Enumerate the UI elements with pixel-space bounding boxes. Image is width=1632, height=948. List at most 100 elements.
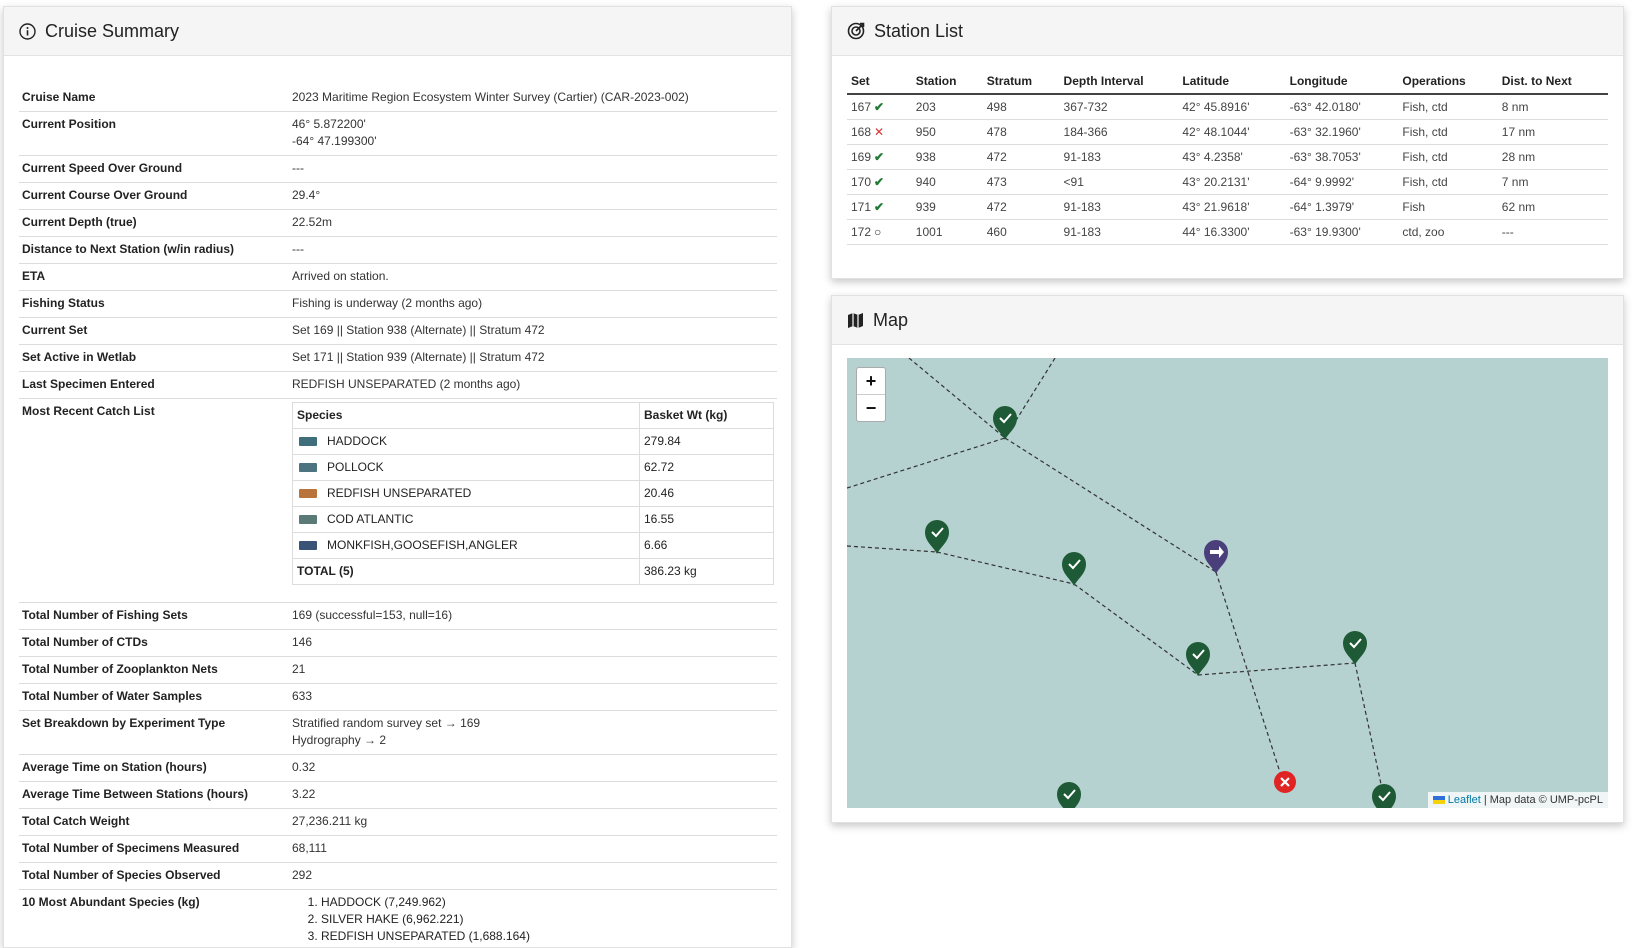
station-header-cell[interactable]: Dist. to Next bbox=[1498, 70, 1608, 94]
target-icon bbox=[847, 22, 865, 40]
set-status-icon: ✔ bbox=[874, 200, 884, 214]
summary-value: 292 bbox=[289, 863, 777, 890]
station-header-cell[interactable]: Set bbox=[847, 70, 912, 94]
station-marker-done[interactable] bbox=[1062, 552, 1086, 586]
catch-species-name: REDFISH UNSEPARATED bbox=[327, 486, 471, 500]
cruise-summary-title: Cruise Summary bbox=[45, 21, 179, 42]
station-header-cell[interactable]: Longitude bbox=[1286, 70, 1399, 94]
summary-value: 27,236.211 kg bbox=[289, 809, 777, 836]
summary-value-line: REDFISH UNSEPARATED (2 months ago) bbox=[292, 376, 774, 393]
station-marker-done[interactable] bbox=[1343, 631, 1367, 665]
station-operations: Fish, ctd bbox=[1398, 145, 1497, 170]
station-depth: 91-183 bbox=[1060, 220, 1179, 245]
station-marker-null[interactable] bbox=[1274, 771, 1296, 793]
station-latitude: 44° 16.3300' bbox=[1178, 220, 1285, 245]
fish-icon bbox=[299, 463, 317, 472]
leaflet-link[interactable]: Leaflet bbox=[1448, 794, 1481, 806]
summary-value-line: Arrived on station. bbox=[292, 268, 774, 285]
station-marker-done[interactable] bbox=[1186, 642, 1210, 676]
station-marker-current[interactable] bbox=[1204, 540, 1228, 574]
station-row[interactable]: 170✔940473<9143° 20.2131'-64° 9.9992'Fis… bbox=[847, 170, 1608, 195]
station-stratum: 472 bbox=[983, 145, 1060, 170]
summary-label: Current Course Over Ground bbox=[19, 183, 289, 210]
station-markers bbox=[847, 358, 1608, 808]
summary-value-line: Hydrography → 2 bbox=[292, 732, 774, 749]
zoom-in-button[interactable]: + bbox=[857, 368, 885, 394]
station-header-cell[interactable]: Station bbox=[912, 70, 983, 94]
station-header-cell[interactable]: Stratum bbox=[983, 70, 1060, 94]
summary-value: 21 bbox=[289, 657, 777, 684]
abundant-species-label: 10 Most Abundant Species (kg) bbox=[19, 890, 289, 948]
summary-row: Set Breakdown by Experiment TypeStratifi… bbox=[19, 711, 777, 755]
catch-row: MONKFISH,GOOSEFISH,ANGLER6.66 bbox=[293, 533, 774, 559]
summary-value-line: Set 169 || Station 938 (Alternate) || St… bbox=[292, 322, 774, 339]
summary-label: Total Number of Specimens Measured bbox=[19, 836, 289, 863]
catch-species: POLLOCK bbox=[293, 455, 640, 481]
zoom-out-button[interactable]: − bbox=[857, 394, 885, 421]
summary-value-line: 22.52m bbox=[292, 214, 774, 231]
summary-value: 169 (successful=153, null=16) bbox=[289, 603, 777, 630]
station-set: 167✔ bbox=[847, 94, 912, 120]
station-marker-done[interactable] bbox=[1372, 784, 1396, 808]
station-marker-done[interactable] bbox=[925, 520, 949, 554]
station-header-cell[interactable]: Latitude bbox=[1178, 70, 1285, 94]
summary-value-line: 46° 5.872200' bbox=[292, 116, 774, 133]
station-set-number: 170 bbox=[851, 175, 871, 189]
set-status-icon: ✔ bbox=[874, 100, 884, 114]
fish-icon bbox=[299, 489, 317, 498]
station-set: 170✔ bbox=[847, 170, 912, 195]
summary-value: 3.22 bbox=[289, 782, 777, 809]
station-longitude: -64° 1.3979' bbox=[1286, 195, 1399, 220]
summary-table: Cruise Name2023 Maritime Region Ecosyste… bbox=[19, 85, 777, 948]
station-list-title: Station List bbox=[874, 21, 963, 42]
station-header-cell[interactable]: Depth Interval bbox=[1060, 70, 1179, 94]
summary-label: Total Number of Water Samples bbox=[19, 684, 289, 711]
summary-value-line: -64° 47.199300' bbox=[292, 133, 774, 150]
set-status-icon: ✕ bbox=[874, 125, 884, 139]
station-row[interactable]: 171✔93947291-18343° 21.9618'-64° 1.3979'… bbox=[847, 195, 1608, 220]
summary-value: Set 169 || Station 938 (Alternate) || St… bbox=[289, 318, 777, 345]
set-status-icon: ○ bbox=[874, 225, 881, 239]
summary-row: Total Number of Water Samples633 bbox=[19, 684, 777, 711]
station-operations: ctd, zoo bbox=[1398, 220, 1497, 245]
map-canvas[interactable]: + − Leaflet | Map data © UMP-pcPL bbox=[847, 358, 1608, 808]
station-row[interactable]: 172○100146091-18344° 16.3300'-63° 19.930… bbox=[847, 220, 1608, 245]
summary-row: Total Number of Fishing Sets169 (success… bbox=[19, 603, 777, 630]
summary-label: Average Time Between Stations (hours) bbox=[19, 782, 289, 809]
summary-value-line: 29.4° bbox=[292, 187, 774, 204]
summary-row: Total Number of Specimens Measured68,111 bbox=[19, 836, 777, 863]
station-header-cell[interactable]: Operations bbox=[1398, 70, 1497, 94]
station-operations: Fish, ctd bbox=[1398, 94, 1497, 120]
summary-label: Distance to Next Station (w/in radius) bbox=[19, 237, 289, 264]
catch-species: HADDOCK bbox=[293, 429, 640, 455]
summary-label: Current Depth (true) bbox=[19, 210, 289, 237]
station-set-number: 168 bbox=[851, 125, 871, 139]
station-row[interactable]: 167✔203498367-73242° 45.8916'-63° 42.018… bbox=[847, 94, 1608, 120]
summary-row: Current Course Over Ground29.4° bbox=[19, 183, 777, 210]
station-set: 168✕ bbox=[847, 120, 912, 145]
summary-label: Total Catch Weight bbox=[19, 809, 289, 836]
catch-total-row: TOTAL (5)386.23 kg bbox=[293, 559, 774, 585]
summary-value-line: 2023 Maritime Region Ecosystem Winter Su… bbox=[292, 89, 774, 106]
fish-icon bbox=[299, 541, 317, 550]
station-marker-done[interactable] bbox=[1057, 782, 1081, 808]
station-depth: 367-732 bbox=[1060, 94, 1179, 120]
map-title: Map bbox=[873, 310, 908, 331]
summary-value: 146 bbox=[289, 630, 777, 657]
abundant-species-item: HADDOCK (7,249.962) bbox=[321, 894, 774, 911]
summary-value-line: 27,236.211 kg bbox=[292, 813, 774, 830]
summary-value-line: 21 bbox=[292, 661, 774, 678]
catch-weight: 16.55 bbox=[640, 507, 774, 533]
station-row[interactable]: 169✔93847291-18343° 4.2358'-63° 38.7053'… bbox=[847, 145, 1608, 170]
summary-row: 10 Most Abundant Species (kg) HADDOCK (7,… bbox=[19, 890, 777, 948]
summary-row: Current SetSet 169 || Station 938 (Alter… bbox=[19, 318, 777, 345]
ukraine-flag-icon bbox=[1433, 796, 1445, 804]
station-marker-done[interactable] bbox=[993, 406, 1017, 440]
station-distance: 28 nm bbox=[1498, 145, 1608, 170]
summary-row: Average Time on Station (hours)0.32 bbox=[19, 755, 777, 782]
summary-value-line: 169 (successful=153, null=16) bbox=[292, 607, 774, 624]
station-row[interactable]: 168✕950478184-36642° 48.1044'-63° 32.196… bbox=[847, 120, 1608, 145]
catch-species: COD ATLANTIC bbox=[293, 507, 640, 533]
station-number: 203 bbox=[912, 94, 983, 120]
summary-value: 633 bbox=[289, 684, 777, 711]
